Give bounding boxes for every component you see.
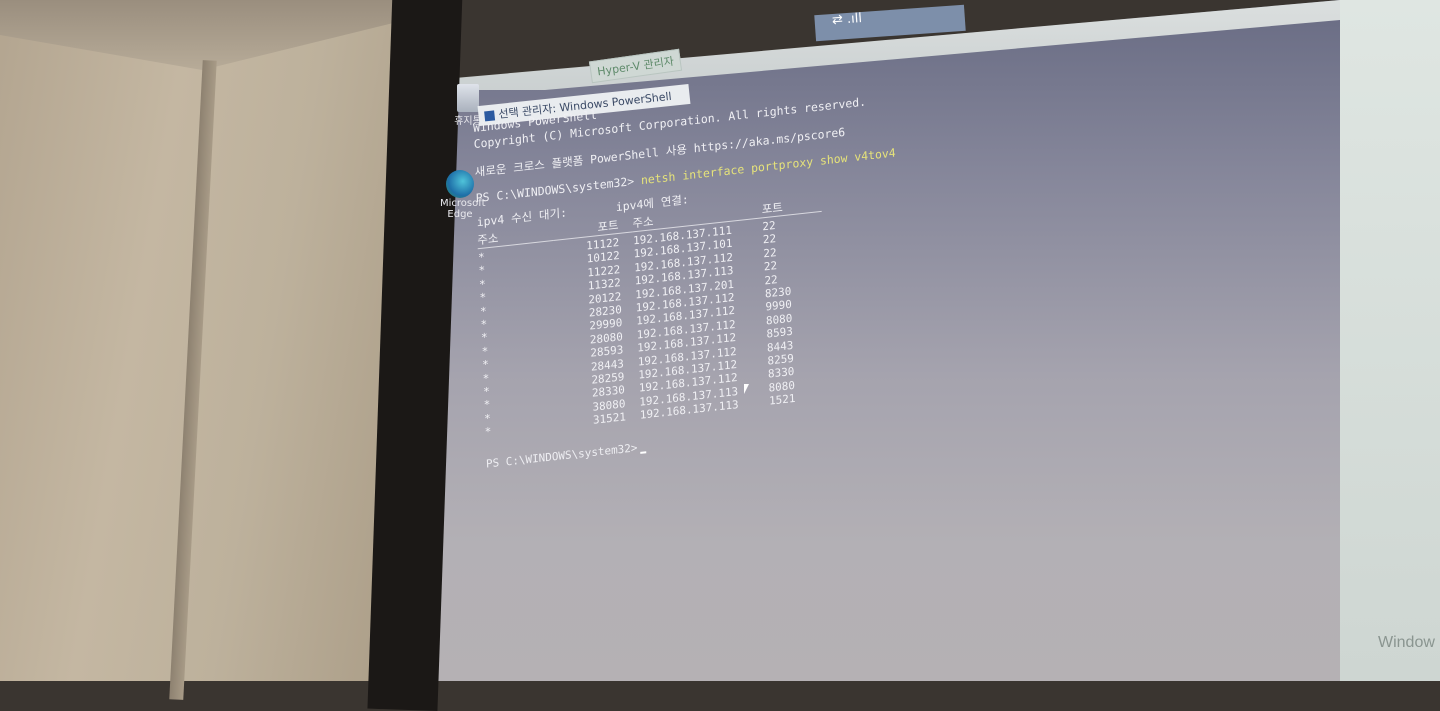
right-wall xyxy=(1340,0,1440,681)
activation-watermark: Window xyxy=(1378,634,1435,651)
left-wall xyxy=(0,0,430,681)
tray-icons[interactable]: ⇄ .ıll xyxy=(832,11,863,28)
edge-label: Microsoft Edge xyxy=(440,198,486,220)
edge-icon xyxy=(446,170,474,198)
mouse-pointer-icon xyxy=(744,384,749,394)
powershell-terminal[interactable]: Windows PowerShell Copyright (C) Microso… xyxy=(472,44,1003,470)
